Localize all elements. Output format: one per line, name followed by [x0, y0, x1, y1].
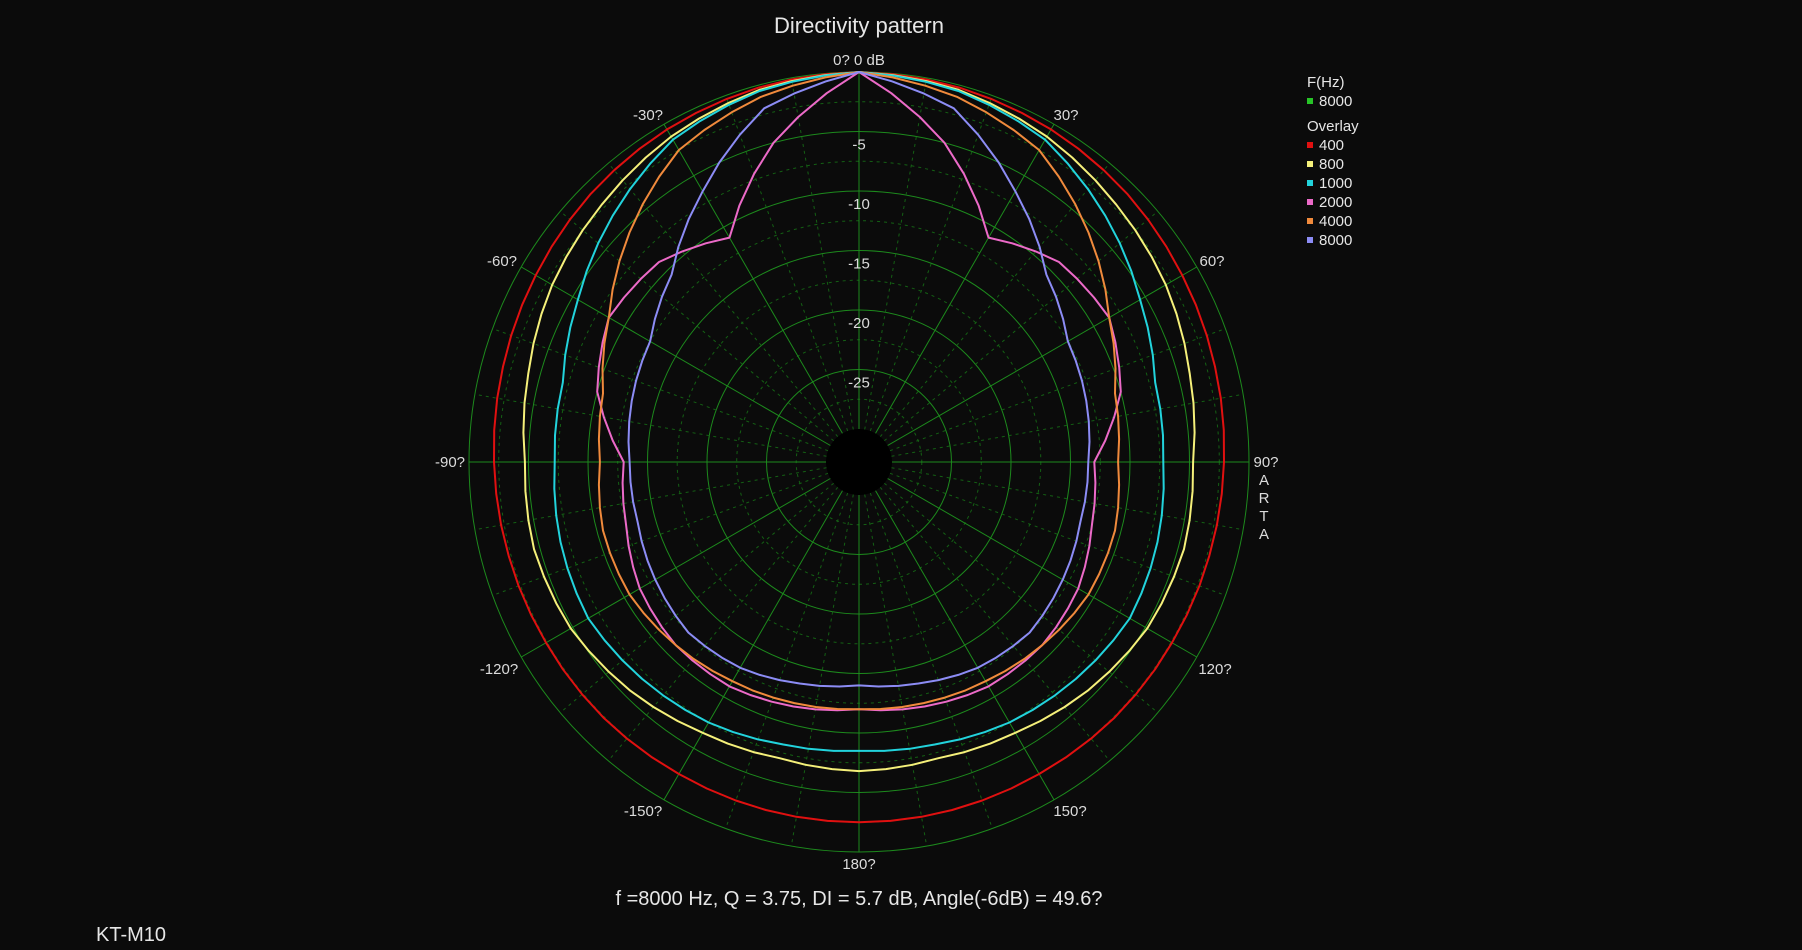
- legend-overlay-item-swatch: [1307, 199, 1313, 205]
- angle-label-top: 0? 0 dB: [833, 52, 885, 69]
- angle-label: -120?: [480, 661, 518, 678]
- legend-overlay-header: Overlay: [1307, 118, 1359, 135]
- legend-overlay-item-swatch: [1307, 237, 1313, 243]
- footer-stats: f =8000 Hz, Q = 3.75, DI = 5.7 dB, Angle…: [616, 888, 1103, 910]
- grid-spoke: [887, 266, 1197, 446]
- radial-label: -20: [848, 315, 870, 332]
- angle-label: -30?: [633, 107, 663, 124]
- legend-f-header: F(Hz): [1307, 74, 1345, 91]
- legend: F(Hz) Overlay 8000 400 800 1000 2000 4000 8000: [1307, 74, 1359, 249]
- grid-spoke: [521, 266, 831, 446]
- legend-overlay-item-label: 2000: [1319, 194, 1352, 211]
- legend-overlay-item-label: 400: [1319, 137, 1344, 154]
- legend-overlay-item-label: 800: [1319, 156, 1344, 173]
- grid-spoke: [663, 490, 843, 800]
- angle-label: -90?: [435, 454, 465, 471]
- grid-spoke: [875, 124, 1055, 434]
- angle-label: 180?: [842, 856, 875, 873]
- radial-label: -15: [848, 256, 870, 273]
- model-label: KT-M10: [96, 924, 166, 946]
- vertical-brand-letter: A: [1259, 526, 1269, 543]
- grid-spoke: [663, 124, 843, 434]
- angle-label: 120?: [1198, 661, 1231, 678]
- radial-label: -25: [848, 375, 870, 392]
- legend-f-item-swatch: [1307, 98, 1313, 104]
- chart-title: Directivity pattern: [774, 13, 944, 38]
- legend-overlay-item-swatch: [1307, 161, 1313, 167]
- angle-label: 60?: [1199, 253, 1224, 270]
- angle-label: -150?: [624, 803, 662, 820]
- angle-label: 90?: [1253, 454, 1278, 471]
- radial-label: -10: [848, 196, 870, 213]
- polar-center-hole: [826, 429, 892, 495]
- angle-label: -60?: [487, 253, 517, 270]
- grid-spoke: [875, 490, 1055, 800]
- legend-overlay-item-label: 8000: [1319, 232, 1352, 249]
- legend-overlay-item-label: 1000: [1319, 175, 1352, 192]
- angle-label: 150?: [1053, 803, 1086, 820]
- directivity-chart: 30? 60? 90? 120? 150? 180? -150? -120? -90? -60? -…: [96, 13, 1359, 946]
- legend-overlay-item-swatch: [1307, 180, 1313, 186]
- legend-overlay-item-label: 4000: [1319, 213, 1352, 230]
- legend-f-item-label: 8000: [1319, 93, 1352, 110]
- vertical-brand-letter: A: [1259, 472, 1269, 489]
- legend-overlay-item-swatch: [1307, 142, 1313, 148]
- vertical-brand-letter: T: [1259, 508, 1268, 525]
- legend-overlay-item-swatch: [1307, 218, 1313, 224]
- radial-label: -5: [852, 137, 865, 154]
- vertical-brand-letter: R: [1259, 490, 1270, 507]
- angle-label: 30?: [1053, 107, 1078, 124]
